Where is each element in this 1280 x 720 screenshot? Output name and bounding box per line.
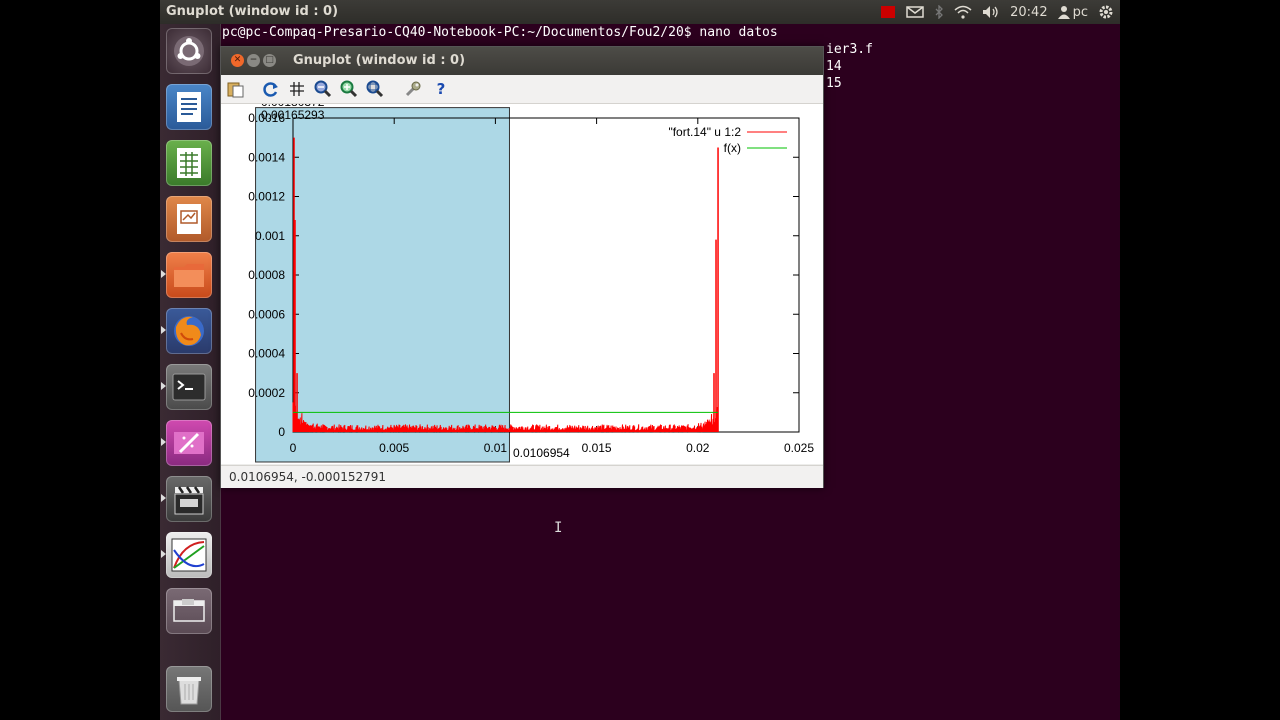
y-tick-label: 0.0006 — [248, 307, 285, 321]
y-tick-label: 0.0002 — [248, 386, 285, 400]
terminal-line: ier3.f — [826, 42, 873, 57]
gnuplot-window: ✕ − □ Gnuplot (window id : 0) ? 0 0.005 0.… — [220, 46, 824, 488]
terminal-line: pc@pc-Compaq-Presario-CQ40-Notebook-PC:~… — [222, 25, 778, 40]
x-tick-label: 0.015 — [582, 441, 612, 455]
clapperboard-icon — [174, 486, 204, 515]
mail-icon[interactable] — [906, 5, 924, 19]
running-indicator — [161, 438, 166, 446]
chart-svg[interactable]: 0 0.005 0.01 0.015 0.02 0.025 0 0.0002 0.0004 0.0… — [221, 95, 823, 464]
gnuplot-button[interactable] — [166, 532, 212, 578]
impress-button[interactable] — [166, 196, 212, 242]
launcher — [160, 24, 221, 720]
options-button[interactable] — [403, 79, 423, 99]
trash-icon — [177, 677, 201, 705]
bluetooth-icon[interactable] — [934, 5, 944, 19]
running-indicator — [161, 382, 166, 390]
terminal-icon — [172, 373, 206, 401]
replot-button[interactable] — [261, 79, 281, 99]
firefox-button[interactable] — [166, 308, 212, 354]
zoom-x-label: 0.0106954 — [513, 446, 570, 460]
spreadsheet-icon — [177, 148, 201, 178]
refresh-icon — [263, 82, 278, 97]
magnifier-fit-icon — [366, 80, 384, 98]
mouse-cursor: I — [554, 520, 563, 536]
x-tick-label: 0.025 — [784, 441, 814, 455]
x-tick-label: 0.005 — [379, 441, 409, 455]
x-tick-label: 0.01 — [484, 441, 508, 455]
magnifier-back-icon — [314, 80, 332, 98]
running-indicator — [161, 326, 166, 334]
window-icon — [173, 599, 205, 622]
wrench-icon — [405, 81, 421, 97]
x-tick-label: 0.02 — [686, 441, 710, 455]
y-tick-label: 0.001 — [255, 229, 285, 243]
terminal-line: 14 — [826, 59, 842, 74]
legend-label-fx: f(x) — [724, 141, 741, 155]
gear-icon[interactable] — [1098, 4, 1114, 20]
top-panel: Gnuplot (window id : 0) 20:42 pc — [160, 0, 1120, 24]
image-editor-button[interactable] — [166, 420, 212, 466]
desktop: Gnuplot (window id : 0) 20:42 pc pc@pc-C… — [160, 0, 1120, 720]
writer-button[interactable] — [166, 84, 212, 130]
y-tick-label: 0.0014 — [248, 150, 285, 164]
zoom-next-button[interactable] — [339, 79, 359, 99]
terminal-button[interactable] — [166, 364, 212, 410]
firefox-icon — [174, 316, 204, 346]
presentation-icon — [177, 204, 201, 234]
magic-wand-icon — [174, 432, 204, 454]
y-tick-label: 0 — [278, 425, 285, 439]
help-button[interactable]: ? — [431, 79, 451, 99]
window-button[interactable] — [166, 588, 212, 634]
folder-icon — [174, 264, 204, 287]
running-indicator — [161, 494, 166, 502]
grid-button[interactable] — [287, 79, 307, 99]
legend-label-fort14: "fort.14" u 1:2 — [668, 125, 741, 139]
files-button[interactable] — [166, 252, 212, 298]
gnuplot-toolbar: ? — [221, 75, 823, 104]
calc-button[interactable] — [166, 140, 212, 186]
y-tick-label: 0.0012 — [248, 190, 285, 204]
video-editor-button[interactable] — [166, 476, 212, 522]
clipboard-icon — [227, 82, 244, 98]
record-icon[interactable] — [880, 5, 896, 19]
wifi-icon[interactable] — [954, 5, 972, 19]
system-tray: 20:42 pc — [880, 0, 1114, 24]
question-icon: ? — [436, 80, 446, 98]
ubuntu-logo-icon — [174, 36, 204, 66]
x-tick-label: 0 — [290, 441, 297, 455]
minimize-button[interactable]: − — [247, 54, 260, 67]
clock[interactable]: 20:42 — [1010, 5, 1047, 20]
y-tick-label: 0.0004 — [248, 347, 285, 361]
volume-icon[interactable] — [982, 5, 1000, 19]
dash-home-button[interactable] — [166, 28, 212, 74]
running-indicator — [161, 270, 166, 278]
document-icon — [177, 92, 201, 122]
user-icon — [1057, 6, 1070, 19]
cursor-coordinates: 0.0106954, -0.000152791 — [229, 470, 387, 484]
autoscale-button[interactable] — [365, 79, 385, 99]
copy-clipboard-button[interactable] — [225, 79, 245, 99]
active-window-title: Gnuplot (window id : 0) — [166, 4, 339, 19]
graph-icon — [171, 538, 207, 572]
terminal-line: 15 — [826, 76, 842, 91]
y-tick-label: 0.0008 — [248, 268, 285, 282]
gnuplot-titlebar[interactable]: ✕ − □ Gnuplot (window id : 0) — [221, 47, 823, 75]
running-indicator — [161, 550, 166, 558]
close-button[interactable]: ✕ — [231, 54, 244, 67]
magnifier-forward-icon — [340, 80, 358, 98]
gnuplot-window-title: Gnuplot (window id : 0) — [293, 53, 466, 68]
plot-area[interactable]: 0 0.005 0.01 0.015 0.02 0.025 0 0.0002 0.0004 0.0… — [221, 95, 823, 464]
trash-button[interactable] — [166, 666, 212, 712]
grid-icon — [290, 82, 304, 96]
user-menu[interactable]: pc — [1057, 4, 1088, 20]
zoom-top-label: 0.00165293 — [261, 108, 325, 122]
status-bar: 0.0106954, -0.000152791 — [221, 465, 823, 488]
zoom-previous-button[interactable] — [313, 79, 333, 99]
maximize-button[interactable]: □ — [263, 54, 276, 67]
user-name: pc — [1072, 4, 1088, 20]
